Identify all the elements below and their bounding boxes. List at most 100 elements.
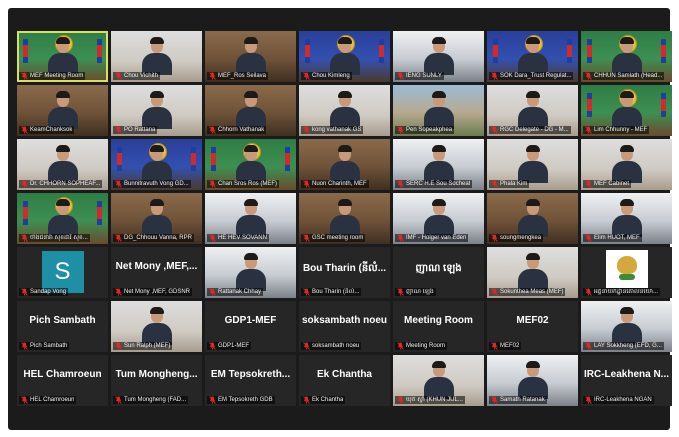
participant-tile[interactable]: kong vathanak GS: [299, 85, 390, 136]
participant-display-name: HEL Chamroeun: [23, 369, 102, 380]
mic-muted-icon: [303, 288, 310, 296]
participant-display-name: ញាណ ឡេង: [415, 263, 462, 274]
mic-muted-icon: [397, 396, 404, 404]
participant-tile[interactable]: RGC Delegate - DG - M...: [487, 85, 578, 136]
mic-muted-icon: [209, 396, 216, 404]
participant-tile[interactable]: Phala Kim: [487, 139, 578, 190]
participant-video: [516, 199, 550, 237]
mic-muted-icon: [115, 180, 122, 188]
participant-name: Bunnitravuth Vong GD...: [124, 181, 189, 187]
participant-video: [516, 253, 550, 291]
participant-tile[interactable]: Lim Chhunny - MEF: [581, 85, 672, 136]
participant-video: [46, 145, 80, 183]
mic-muted-icon: [209, 342, 216, 350]
gallery-view-grid: MEF Meeting Room Chou Vichith MEF_Ros Seil…: [17, 31, 672, 406]
participant-display-name: Meeting Room: [404, 315, 473, 326]
flag-icon: [117, 147, 122, 171]
meeting-window: MEF Meeting Room Chou Vichith MEF_Ros Seil…: [8, 8, 672, 430]
participant-tile[interactable]: Elim HUOT, MEF: [581, 193, 672, 244]
participant-tile[interactable]: Samath Ratanak: [487, 355, 578, 406]
mic-muted-icon: [115, 396, 122, 404]
participant-tile[interactable]: HEL Chamroeun HEL Chamroeun: [17, 355, 108, 406]
flag-icon: [305, 39, 310, 63]
participant-tile[interactable]: PO Rattana: [111, 85, 202, 136]
mic-muted-icon: [585, 288, 592, 296]
mic-muted-icon: [303, 180, 310, 188]
participant-tile[interactable]: DG_Chhouu Vanna, RPR: [111, 193, 202, 244]
participant-name-label: អគ្គនាយកដ្ឋានគោលនយោ...: [581, 287, 672, 297]
participant-name-label: Chou Kimleng: [299, 71, 390, 81]
participant-tile[interactable]: ចាំងជនារ៉ា សុខដារិ សុខ...: [17, 193, 108, 244]
participant-name-label: Chhorn Vathanak: [205, 125, 296, 135]
participant-tile[interactable]: SERC H.E Sou Socheat: [393, 139, 484, 190]
participant-tile[interactable]: HE HEV SOVANN: [205, 193, 296, 244]
participant-name-label: Sokunthea Meas (MEF): [487, 287, 578, 297]
participant-tile[interactable]: Net Mony ,MEF,... Net Mony ,MEF, GDSNR: [111, 247, 202, 298]
participant-tile[interactable]: Nuon Charinth, MEF: [299, 139, 390, 190]
participant-name-label: Chou Vichith: [111, 71, 202, 81]
participant-name-label: soksambath noeu: [299, 341, 390, 351]
participant-tile[interactable]: Chhorn Vathanak: [205, 85, 296, 136]
participant-tile[interactable]: អគ្គនាយកដ្ឋានគោលនយោ...: [581, 247, 672, 298]
flag-icon: [661, 93, 666, 117]
mic-muted-icon: [21, 396, 28, 404]
participant-tile[interactable]: Chan Sros Ros (MEF): [205, 139, 296, 190]
participant-tile[interactable]: GDP1-MEF GDP1-MEF: [205, 301, 296, 352]
participant-tile[interactable]: IMF - Holger van Eden: [393, 193, 484, 244]
participant-tile[interactable]: LAY Sokkheng (EFD, G...: [581, 301, 672, 352]
participant-video: [140, 145, 174, 183]
participant-name: MEF Meeting Room: [30, 73, 84, 79]
participant-tile[interactable]: Bunnitravuth Vong GD...: [111, 139, 202, 190]
participant-tile[interactable]: IENG SUNLY: [393, 31, 484, 82]
participant-name-label: kong vathanak GS: [299, 125, 390, 135]
participant-name: GDP1-MEF: [218, 343, 250, 349]
participant-tile[interactable]: Sun Ralph (MEF): [111, 301, 202, 352]
mic-muted-icon: [491, 126, 498, 134]
participant-name: KeamChanksok: [30, 127, 73, 133]
participant-video: [610, 91, 644, 129]
participant-tile[interactable]: KeamChanksok: [17, 85, 108, 136]
participant-display-name: Bou Tharin (នីលំ...: [302, 263, 387, 274]
participant-name: HE HEV SOVANN: [218, 235, 267, 241]
participant-tile[interactable]: EM Tepsokreth... EM Tepsokreth GDB: [205, 355, 296, 406]
participant-tile[interactable]: MEF02 MEF02: [487, 301, 578, 352]
participant-tile[interactable]: Tum Mongheng... Tum Mongheng (FAD...: [111, 355, 202, 406]
participant-tile[interactable]: Meeting Room Meeting Room: [393, 301, 484, 352]
participant-tile[interactable]: S Sandap Vong: [17, 247, 108, 298]
mic-muted-icon: [397, 342, 404, 350]
participant-video: [234, 199, 268, 237]
participant-name: IRC-Leakhena NGAN: [594, 397, 652, 403]
mic-muted-icon: [115, 288, 122, 296]
participant-tile[interactable]: Pich Sambath Pich Sambath: [17, 301, 108, 352]
participant-name: Pen Sopeakphea: [406, 127, 453, 133]
participant-tile[interactable]: ឃុត ស្វាំ (KHUN JUL...: [393, 355, 484, 406]
participant-name: Nuon Charinth, MEF: [312, 181, 367, 187]
participant-tile[interactable]: Ek Chantha Ek Chantha: [299, 355, 390, 406]
participant-tile[interactable]: Bou Tharin (នីលំ... Bou Tharin (នីលំ...: [299, 247, 390, 298]
participant-tile[interactable]: soungmengkea: [487, 193, 578, 244]
participant-tile[interactable]: Pen Sopeakphea: [393, 85, 484, 136]
participant-video: [234, 37, 268, 75]
flag-icon: [97, 201, 102, 225]
participant-tile[interactable]: MEF Meeting Room: [17, 31, 108, 82]
participant-name: soungmengkea: [500, 235, 542, 241]
participant-tile[interactable]: SOK Dara_Trust Regulat...: [487, 31, 578, 82]
participant-tile[interactable]: ញាណ ឡេង ញាណ ឡេង: [393, 247, 484, 298]
participant-tile[interactable]: Chou Kimleng: [299, 31, 390, 82]
participant-tile[interactable]: IRC-Leakhena N... IRC-Leakhena NGAN: [581, 355, 672, 406]
participant-tile[interactable]: Rattanak Chhay: [205, 247, 296, 298]
mic-muted-icon: [491, 288, 498, 296]
participant-tile[interactable]: Chou Vichith: [111, 31, 202, 82]
participant-tile[interactable]: GSC meeting room: [299, 193, 390, 244]
participant-tile[interactable]: Sokunthea Meas (MEF): [487, 247, 578, 298]
participant-video: [516, 145, 550, 183]
participant-tile[interactable]: MEF_Ros Seilava: [205, 31, 296, 82]
participant-tile[interactable]: Dr. CHHORN SOPHEAF...: [17, 139, 108, 190]
participant-tile[interactable]: CHHUN Samlath (Head...: [581, 31, 672, 82]
participant-name: Chan Sros Ros (MEF): [218, 181, 278, 187]
participant-name-label: MEF02: [487, 341, 578, 351]
participant-tile[interactable]: MEF Cabinet: [581, 139, 672, 190]
participant-name-label: Sandap Vong: [17, 287, 108, 297]
participant-tile[interactable]: soksambath noeu soksambath noeu: [299, 301, 390, 352]
participant-name: EM Tepsokreth GDB: [218, 397, 273, 403]
